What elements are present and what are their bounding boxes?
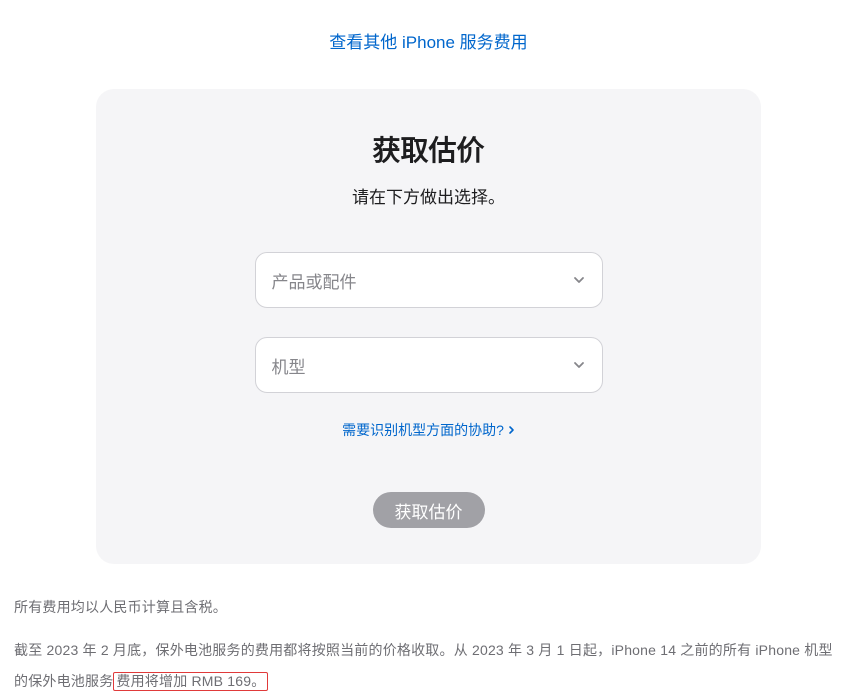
model-select[interactable]: 机型 [255,337,603,393]
submit-row: 获取估价 [136,492,721,528]
other-service-fees-link[interactable]: 查看其他 iPhone 服务费用 [329,33,527,52]
footnote-line-1: 所有费用均以人民币计算且含税。 [14,592,843,623]
card-title: 获取估价 [136,129,721,169]
product-select-wrap: 产品或配件 [255,252,603,308]
chevron-down-icon [572,273,586,287]
model-select-wrap: 机型 [255,337,603,393]
footnotes: 所有费用均以人民币计算且含税。 截至 2023 年 2 月底，保外电池服务的费用… [10,564,847,696]
chevron-down-icon [572,358,586,372]
product-select[interactable]: 产品或配件 [255,252,603,308]
identify-model-help-link[interactable]: 需要识别机型方面的协助? [342,420,515,440]
estimate-card: 获取估价 请在下方做出选择。 产品或配件 机型 [96,89,761,564]
card-subtitle: 请在下方做出选择。 [136,183,721,208]
top-link-container: 查看其他 iPhone 服务费用 [10,0,847,71]
get-estimate-button[interactable]: 获取估价 [373,492,485,528]
product-select-placeholder: 产品或配件 [272,268,357,293]
chevron-right-icon [508,425,515,435]
footnote-line-2: 截至 2023 年 2 月底，保外电池服务的费用都将按照当前的价格收取。从 20… [14,635,843,696]
model-select-placeholder: 机型 [272,353,306,378]
help-link-label: 需要识别机型方面的协助? [342,420,504,440]
price-increase-highlight: 费用将增加 RMB 169。 [113,672,268,691]
